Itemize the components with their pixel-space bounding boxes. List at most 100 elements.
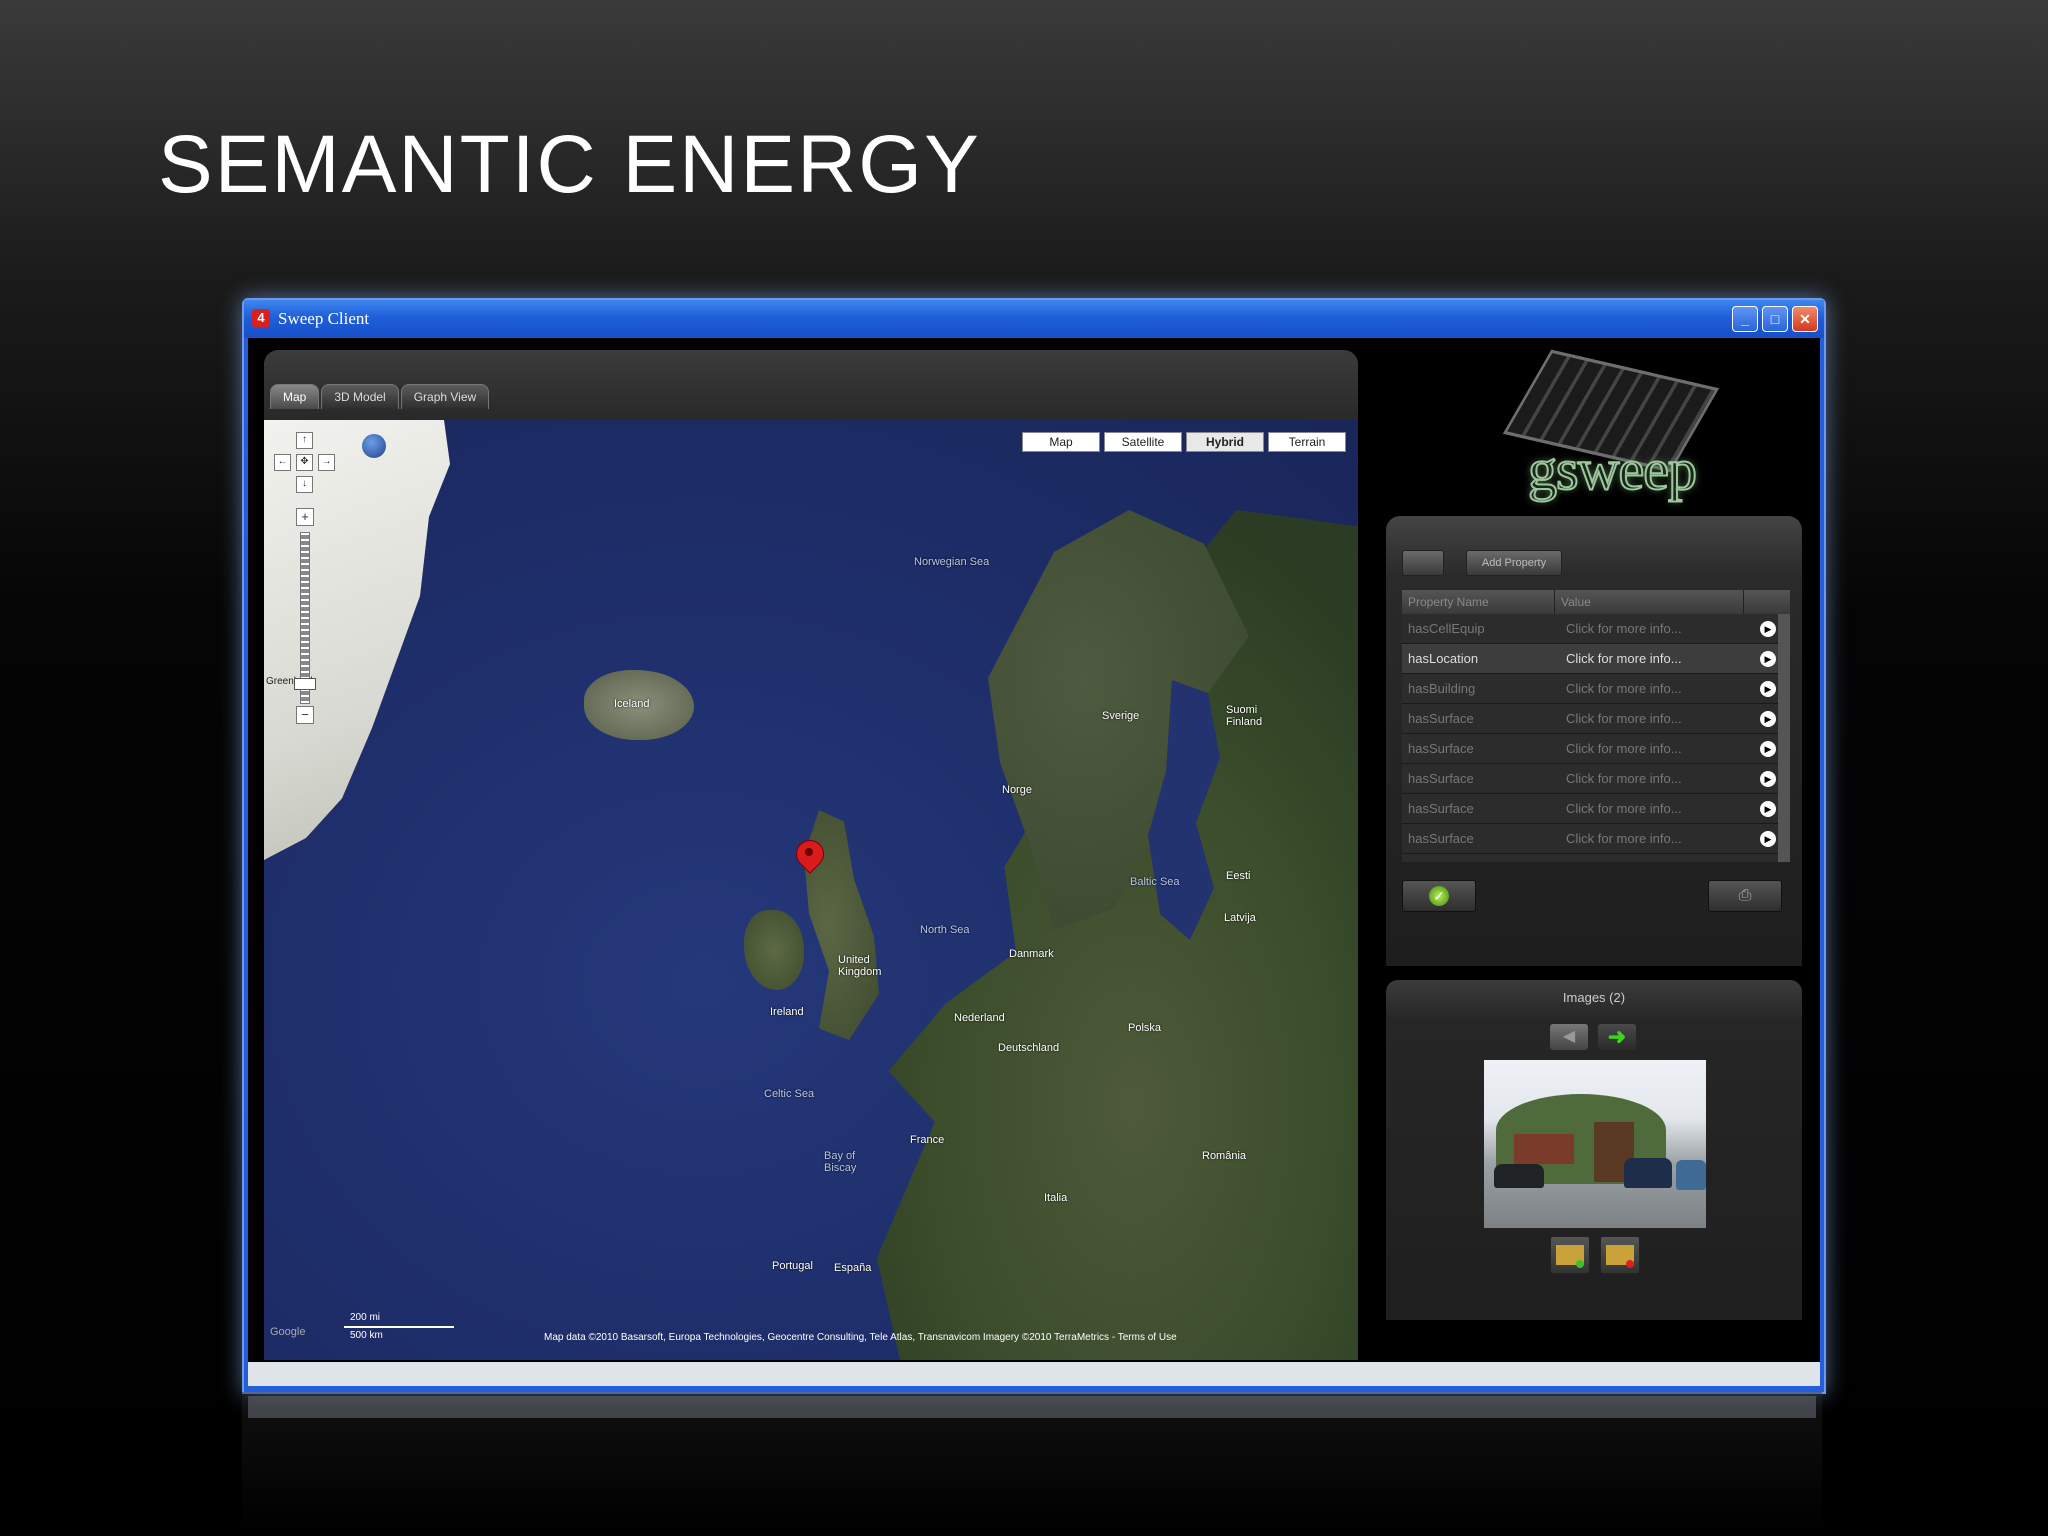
property-name-cell: hasCellEquip (1408, 621, 1485, 636)
table-row[interactable]: hasSurface Click for more info... ▶ (1402, 764, 1790, 794)
map-label: Baltic Sea (1130, 876, 1180, 888)
map-type-satellite[interactable]: Satellite (1104, 432, 1182, 452)
slide-title: SEMANTIC ENERGY (158, 119, 981, 210)
play-arrow-icon[interactable]: ▶ (1760, 620, 1776, 637)
confirm-button[interactable]: ✓ (1402, 880, 1476, 912)
play-arrow-icon[interactable]: ▶ (1760, 680, 1776, 697)
status-bar (248, 1362, 1820, 1386)
zoom-slider-thumb[interactable] (294, 678, 316, 690)
pan-down-icon[interactable]: ↓ (296, 476, 313, 493)
map-type-map[interactable]: Map (1022, 432, 1100, 452)
property-value-cell[interactable]: Click for more info... (1560, 824, 1754, 853)
property-name-cell: hasSurface (1408, 711, 1474, 726)
previous-image-button[interactable]: ◀ (1550, 1024, 1588, 1050)
map-label: España (834, 1262, 872, 1274)
reflection-bar (248, 1396, 1816, 1418)
tab-graph-view[interactable]: Graph View (400, 384, 490, 409)
client-area: Map 3D Model Graph View Norwegian Sea Ic… (248, 338, 1820, 1362)
property-value-cell[interactable]: Click for more info... (1560, 734, 1754, 763)
property-value-cell[interactable]: Click for more info... (1560, 644, 1754, 673)
table-row[interactable]: hasSurface Click for more info... ▶ (1402, 794, 1790, 824)
property-name-cell: hasSurface (1408, 771, 1474, 786)
play-arrow-icon[interactable]: ▶ (1760, 740, 1776, 757)
play-arrow-icon[interactable]: ▶ (1760, 650, 1776, 667)
print-button[interactable]: ⎙ (1708, 880, 1782, 912)
map-view[interactable]: Norwegian Sea Iceland Greenland Sverige … (264, 420, 1358, 1360)
minus-icon (1626, 1260, 1634, 1268)
properties-table: Property Name Value hasCellEquip Click fo… (1402, 590, 1790, 862)
arrow-right-icon: ➜ (1607, 1024, 1627, 1049)
photo-car (1676, 1160, 1706, 1190)
images-title: Images (2) (1562, 990, 1626, 1005)
play-arrow-icon[interactable]: ▶ (1760, 830, 1776, 847)
property-value-cell[interactable]: Click for more info... (1560, 674, 1754, 703)
table-body: hasCellEquip Click for more info... ▶ hasLo… (1402, 614, 1790, 854)
window-titlebar[interactable]: 4 Sweep Client _ □ ✕ (244, 300, 1824, 338)
table-scrollbar[interactable] (1778, 614, 1790, 862)
printer-icon: ⎙ (1738, 887, 1752, 904)
scale-miles: 200 mi (350, 1312, 381, 1323)
table-row[interactable]: hasBuilding Click for more info... ▶ (1402, 674, 1790, 704)
map-label: Iceland (614, 698, 650, 710)
property-value-cell[interactable]: Click for more info... (1560, 704, 1754, 733)
map-panel: Map 3D Model Graph View Norwegian Sea Ic… (264, 350, 1358, 1360)
property-name-cell: hasSurface (1408, 801, 1474, 816)
tab-map[interactable]: Map (270, 384, 320, 409)
table-row[interactable]: hasLocation Click for more info... ▶ (1402, 644, 1790, 674)
photo-car (1494, 1164, 1544, 1188)
window-title: Sweep Client (278, 309, 370, 328)
ireland-landmass (744, 910, 804, 990)
globe-icon[interactable] (362, 434, 386, 458)
property-value-cell[interactable]: Click for more info... (1560, 764, 1754, 793)
map-type-hybrid[interactable]: Hybrid (1186, 432, 1264, 452)
maximize-button[interactable]: □ (1762, 306, 1788, 332)
google-logo: Google (270, 1326, 306, 1338)
pan-right-icon[interactable]: → (318, 454, 335, 471)
photo-window (1514, 1134, 1574, 1164)
property-value-cell[interactable]: Click for more info... (1560, 614, 1754, 643)
column-header-value[interactable]: Value (1555, 590, 1744, 614)
table-row[interactable]: hasSurface Click for more info... ▶ (1402, 734, 1790, 764)
table-row[interactable]: hasSurface Click for more info... ▶ (1402, 704, 1790, 734)
pan-center-icon[interactable]: ✥ (296, 454, 313, 471)
add-image-button[interactable] (1550, 1236, 1590, 1274)
table-row[interactable]: hasCellEquip Click for more info... ▶ (1402, 614, 1790, 644)
map-scale: 200 mi 500 km (344, 1312, 454, 1346)
property-value-cell[interactable]: Click for more info... (1560, 794, 1754, 823)
add-property-button[interactable]: Add Property (1466, 550, 1562, 576)
close-button[interactable]: ✕ (1792, 306, 1818, 332)
map-label: Suomi Finland (1226, 704, 1263, 728)
map-label: North Sea (920, 924, 970, 936)
back-button[interactable] (1402, 550, 1444, 576)
play-arrow-icon[interactable]: ▶ (1760, 800, 1776, 817)
map-label: Latvija (1224, 912, 1256, 924)
arrow-left-icon: ◀ (1562, 1028, 1576, 1045)
property-name-cell: hasSurface (1408, 831, 1474, 846)
app-icon: 4 (252, 309, 270, 327)
scale-km: 500 km (350, 1330, 383, 1341)
remove-image-button[interactable] (1600, 1236, 1640, 1274)
next-image-button[interactable]: ➜ (1598, 1024, 1636, 1050)
zoom-in-icon[interactable]: + (296, 508, 314, 526)
view-tabs: Map 3D Model Graph View (270, 384, 490, 409)
map-attribution[interactable]: Map data ©2010 Basarsoft, Europa Technol… (544, 1332, 1177, 1343)
map-label: Nederland (954, 1012, 1005, 1024)
map-label: România (1202, 1150, 1247, 1162)
scale-line (344, 1326, 454, 1328)
play-arrow-icon[interactable]: ▶ (1760, 770, 1776, 787)
pan-left-icon[interactable]: ← (274, 454, 291, 471)
column-header-property-name[interactable]: Property Name (1402, 590, 1555, 614)
checkmark-icon: ✓ (1429, 886, 1449, 906)
play-arrow-icon[interactable]: ▶ (1760, 710, 1776, 727)
properties-panel: Add Property Property Name Value hasCell… (1386, 516, 1802, 966)
table-row[interactable]: hasSurface Click for more info... ▶ (1402, 824, 1790, 854)
zoom-out-icon[interactable]: − (296, 706, 314, 724)
minimize-button[interactable]: _ (1732, 306, 1758, 332)
property-name-cell: hasSurface (1408, 741, 1474, 756)
photo-car (1624, 1158, 1672, 1188)
tab-3d-model[interactable]: 3D Model (321, 384, 399, 409)
logo-text: gsweep (1527, 436, 1698, 503)
map-label: United Kingdom (838, 954, 882, 978)
pan-up-icon[interactable]: ↑ (296, 432, 313, 449)
map-type-terrain[interactable]: Terrain (1268, 432, 1346, 452)
